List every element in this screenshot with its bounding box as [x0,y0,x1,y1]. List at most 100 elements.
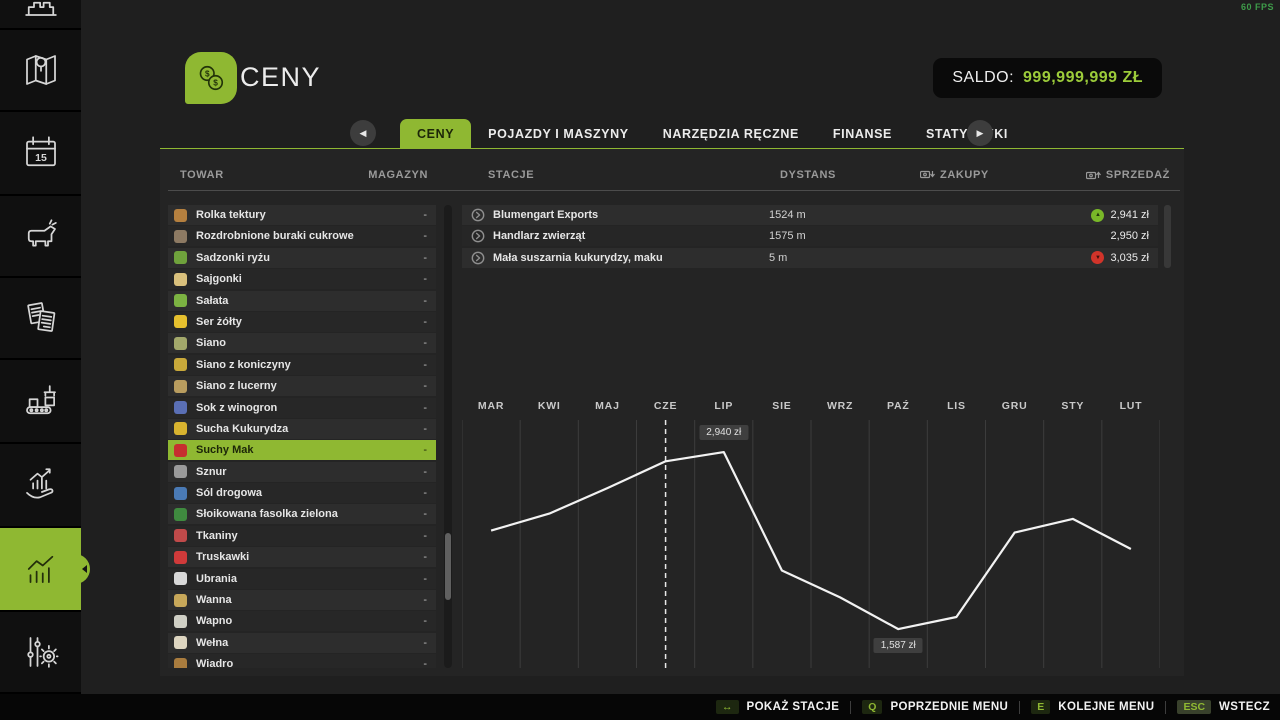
dried-corn-icon [174,422,187,435]
product-list: Rolka tektury - Rozdrobnione buraki cukr… [168,205,436,668]
scrollbar-thumb[interactable] [445,533,451,600]
sidebar-item-garage[interactable] [0,0,81,30]
product-name: Suchy Mak [196,444,423,456]
chart-value-label: 1,587 zł [874,638,923,653]
product-row[interactable]: Tkaniny - [168,526,436,546]
hint-wstecz[interactable]: ESCWSTECZ [1177,700,1270,714]
product-row[interactable]: Ser żółty - [168,312,436,332]
hint-pokaż-stacje[interactable]: ↔POKAŻ STACJE [716,700,839,714]
tab-ceny[interactable]: CENY [400,119,471,149]
product-name: Sucha Kukurydza [196,423,423,435]
product-name: Słoikowana fasolka zielona [196,508,423,520]
product-row[interactable]: Siano z koniczyny - [168,355,436,375]
product-row[interactable]: Siano z lucerny - [168,376,436,396]
key-badge: E [1031,700,1050,714]
product-row[interactable]: Rolka tektury - [168,205,436,225]
chart-canvas [462,390,1160,668]
hand-chart-icon [20,464,62,506]
product-storage-value: - [423,252,427,264]
goto-station-icon[interactable] [471,251,485,265]
settings-icon [20,631,62,673]
product-storage-value: - [423,209,427,221]
product-row[interactable]: Truskawki - [168,547,436,567]
tab-narzędzia-ręczne[interactable]: NARZĘDZIA RĘCZNE [646,119,816,149]
product-row[interactable]: Sadzonki ryżu - [168,248,436,268]
station-price: 2,950 zł [1110,230,1149,242]
product-row[interactable]: Wanna - [168,590,436,610]
product-name: Siano z lucerny [196,380,423,392]
product-storage-value: - [423,658,427,668]
product-row[interactable]: Wełna - [168,633,436,653]
tab-finanse[interactable]: FINANSE [816,119,909,149]
product-row[interactable]: Wapno - [168,611,436,631]
cheese-icon [174,315,187,328]
hint-label: POPRZEDNIE MENU [890,701,1008,713]
product-row[interactable]: Wiadro - [168,654,436,668]
product-storage-value: - [423,508,427,520]
station-row[interactable]: Handlarz zwierząt 1575 m 2,950 zł [462,226,1158,246]
sidebar-item-sales[interactable] [0,444,81,528]
product-row[interactable]: Słoikowana fasolka zielona - [168,504,436,524]
page-title: CENY [240,62,321,93]
product-row[interactable]: Sok z winogron - [168,398,436,418]
product-name: Wiadro [196,658,423,668]
svg-text:$: $ [213,79,218,88]
product-name: Sok z winogron [196,402,423,414]
fabric-icon [174,529,187,542]
sidebar-item-contracts[interactable] [0,278,81,360]
product-storage-value: - [423,551,427,563]
product-row[interactable]: Sznur - [168,462,436,482]
price-chart: MARKWIMAJCZELIPSIEWRZPAŹLISGRUSTYLUT 2,9… [462,390,1160,668]
sidebar-item-map[interactable] [0,30,81,112]
bathtub-icon [174,594,187,607]
product-row[interactable]: Sajgonki - [168,269,436,289]
sidebar-item-calendar[interactable]: 15 [0,112,81,196]
product-row[interactable]: Suchy Mak - [168,440,436,460]
tabs-next-button[interactable]: ▶ [967,120,993,146]
hint-poprzednie-menu[interactable]: Q POPRZEDNIE MENU [862,700,1008,714]
hay-icon [174,337,187,350]
product-row[interactable]: Siano - [168,333,436,353]
goto-station-icon[interactable] [471,229,485,243]
sidebar-item-statistics[interactable] [0,528,81,612]
sidebar: 15 [0,0,81,694]
spring-rolls-icon [174,273,187,286]
product-storage-value: - [423,273,427,285]
station-price: ▼ 3,035 zł [1091,251,1149,264]
goto-station-icon[interactable] [471,208,485,222]
hint-separator [1019,701,1020,714]
sidebar-item-settings[interactable] [0,612,81,694]
station-list-scrollbar[interactable] [1164,205,1171,268]
product-row[interactable]: Sałata - [168,291,436,311]
product-row[interactable]: Sól drogowa - [168,483,436,503]
saldo-label: SALDO: [952,69,1014,87]
rice-seedling-icon [174,251,187,264]
product-list-scrollbar[interactable] [444,205,452,668]
station-row[interactable]: Blumengart Exports 1524 m ▲ 2,941 zł [462,205,1158,225]
tab-pojazdy-i-maszyny[interactable]: POJAZDY I MASZYNY [471,119,646,149]
product-storage-value: - [423,444,427,456]
price-up-icon: ▲ [1091,209,1104,222]
wool-icon [174,636,187,649]
product-storage-value: - [423,423,427,435]
product-storage-value: - [423,573,427,585]
hint-kolejne-menu[interactable]: EKOLEJNE MENU [1031,700,1154,714]
sidebar-item-production[interactable] [0,360,81,444]
sidebar-item-animals[interactable] [0,196,81,278]
station-price: ▲ 2,941 zł [1091,209,1149,222]
clothes-icon [174,572,187,585]
product-row[interactable]: Ubrania - [168,569,436,589]
strawberry-icon [174,551,187,564]
product-row[interactable]: Sucha Kukurydza - [168,419,436,439]
product-storage-value: - [423,466,427,478]
key-badge: Q [862,700,882,714]
station-row[interactable]: Mała suszarnia kukurydzy, maku 5 m ▼ 3,0… [462,248,1158,268]
product-row[interactable]: Rozdrobnione buraki cukrowe - [168,226,436,246]
column-sprzedaz: SPRZEDAŻ [1086,169,1170,181]
tabs-prev-button[interactable]: ◀ [350,120,376,146]
station-name: Mała suszarnia kukurydzy, maku [493,252,769,264]
column-stacje: STACJE [488,169,534,181]
purchases-icon [920,169,935,181]
hint-separator [1165,701,1166,714]
product-storage-value: - [423,337,427,349]
